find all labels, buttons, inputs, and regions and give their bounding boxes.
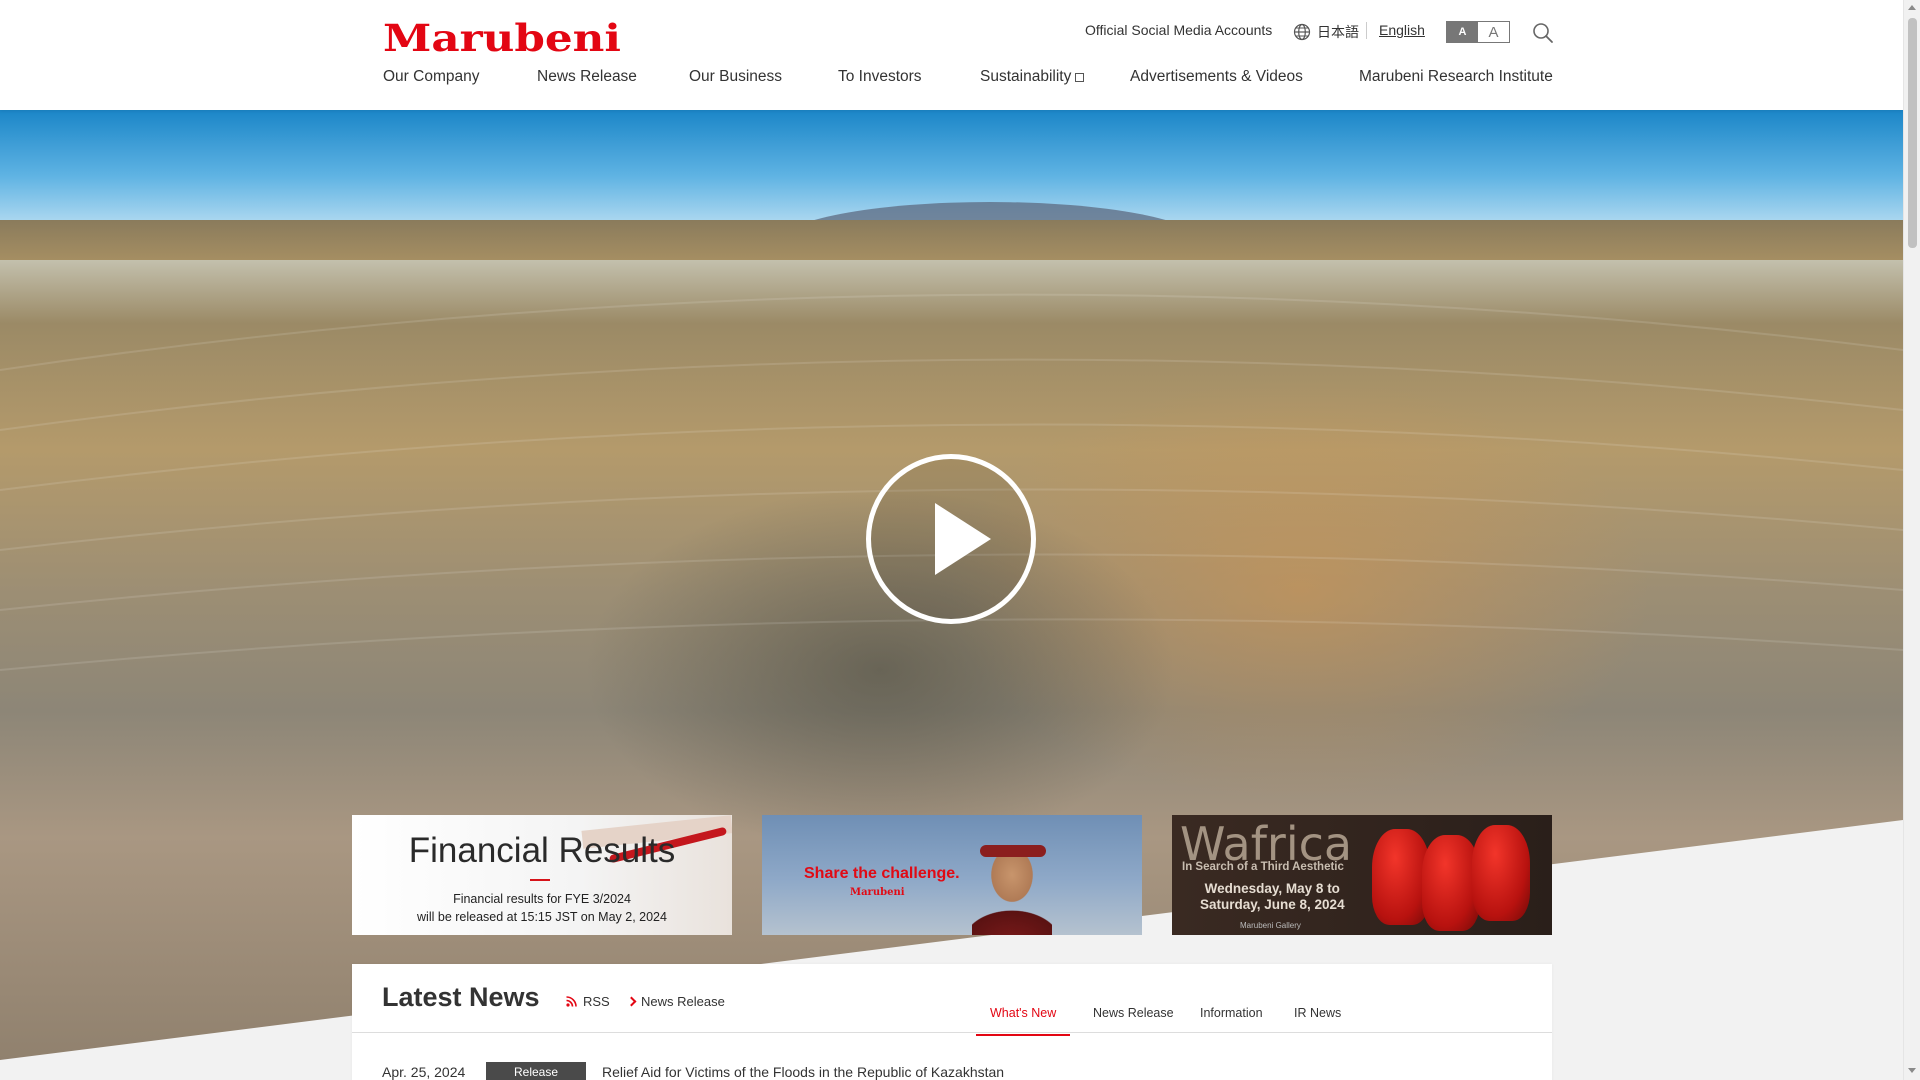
wafrica-gallery: Marubeni Gallery [1240, 921, 1301, 930]
font-size-large-button[interactable]: A [1478, 22, 1509, 42]
play-button[interactable] [866, 454, 1036, 624]
wafrica-exhibition-banner[interactable]: Wafrica In Search of a Third Aesthetic W… [1172, 815, 1552, 935]
page-scrollbar[interactable] [1903, 0, 1920, 1080]
latest-news-title: Latest News [382, 982, 540, 1012]
scrollbar-thumb[interactable] [1908, 18, 1917, 248]
wafrica-dates-line2: Saturday, June 8, 2024 [1200, 897, 1345, 912]
nav-advertisements-videos[interactable]: Advertisements & Videos [1130, 68, 1303, 86]
wafrica-dates: Wednesday, May 8 to Saturday, June 8, 20… [1200, 881, 1345, 913]
wafrica-dates-line1: Wednesday, May 8 to [1204, 881, 1340, 896]
news-date: Apr. 25, 2024 [382, 1064, 466, 1080]
share-headline: Share the challenge. [804, 865, 960, 882]
news-release-link-label: News Release [641, 994, 725, 1009]
news-release-link[interactable]: News Release [626, 994, 725, 1009]
financial-results-line2: will be released at 15:15 JST on May 2, … [417, 910, 667, 924]
scroll-up-arrow-icon[interactable] [1908, 5, 1916, 10]
globe-icon [1293, 23, 1311, 41]
rss-label: RSS [583, 994, 610, 1009]
nav-news-release[interactable]: News Release [537, 68, 637, 86]
search-button[interactable] [1530, 20, 1556, 46]
language-japanese-link[interactable]: 日本語 [1293, 22, 1359, 42]
wafrica-subtitle: In Search of a Third Aesthetic [1182, 861, 1344, 873]
language-english-link[interactable]: English [1379, 22, 1425, 38]
social-media-link[interactable]: Official Social Media Accounts [1085, 22, 1272, 38]
scroll-down-arrow-icon[interactable] [1908, 1068, 1916, 1073]
font-size-switcher: A A [1446, 21, 1510, 43]
news-headline-link[interactable]: Relief Aid for Victims of the Floods in … [602, 1064, 1004, 1080]
rss-link[interactable]: RSS [566, 994, 610, 1009]
site-header: Marubeni Official Social Media Accounts … [0, 0, 1903, 110]
font-size-small-button[interactable]: A [1447, 22, 1478, 42]
nav-sustainability-label: Sustainability [980, 68, 1072, 85]
sculpture-image [1472, 825, 1530, 921]
utility-divider [1366, 22, 1367, 39]
financial-results-line1: Financial results for FYE 3/2024 [453, 892, 631, 906]
share-logo: Marubeni [850, 887, 905, 898]
share-the-challenge-banner[interactable]: Share the challenge. Marubeni [762, 815, 1142, 935]
nav-sustainability[interactable]: Sustainability [980, 68, 1085, 86]
rss-icon [566, 996, 577, 1007]
financial-results-note: Financial results for FYE 3/2024 will be… [352, 890, 732, 926]
headband-image [980, 845, 1046, 857]
external-link-icon [1075, 73, 1085, 82]
news-list-item[interactable]: Apr. 25, 2024 Release Relief Aid for Vic… [382, 1062, 1522, 1080]
nav-our-business[interactable]: Our Business [689, 68, 782, 86]
title-underline [530, 879, 550, 881]
financial-results-title: Financial Results [408, 831, 676, 870]
marubeni-logo[interactable]: Marubeni [383, 16, 621, 60]
nav-our-company[interactable]: Our Company [383, 68, 479, 86]
nav-research-institute[interactable]: Marubeni Research Institute [1359, 68, 1553, 86]
chevron-right-icon [626, 996, 637, 1007]
tabs-divider [352, 1032, 1552, 1033]
play-icon [935, 503, 991, 575]
news-category-badge: Release [486, 1062, 586, 1080]
nav-to-investors[interactable]: To Investors [838, 68, 922, 86]
language-japanese-label: 日本語 [1317, 24, 1359, 40]
search-icon [1533, 23, 1553, 43]
financial-results-banner[interactable]: Financial Results Financial results for … [352, 815, 732, 935]
latest-news-panel: Latest News RSS News Release What's New … [352, 964, 1552, 1080]
